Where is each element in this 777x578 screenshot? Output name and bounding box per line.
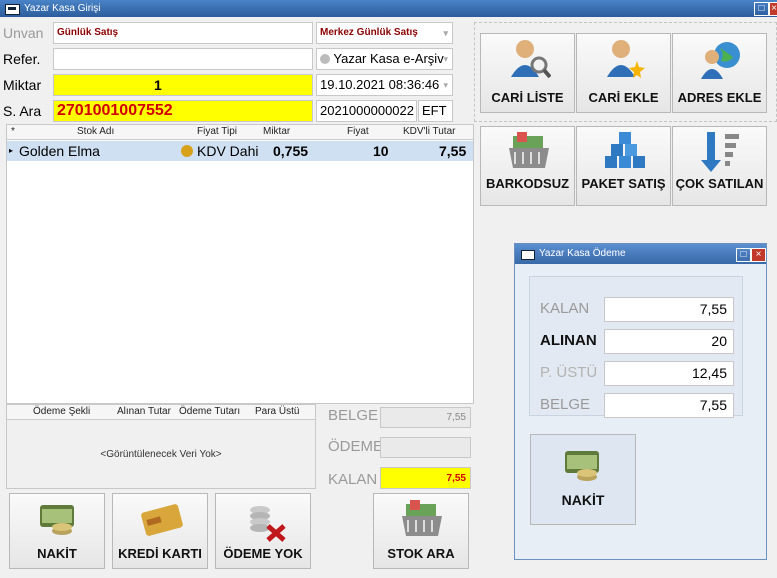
cari-liste-label: CARİ LİSTE: [491, 90, 564, 105]
miktar-field[interactable]: 1: [154, 75, 162, 95]
sara-label: S. Ara: [3, 103, 42, 119]
dialog-paraustu-label: P. ÜSTÜ: [540, 364, 598, 381]
globe-user-icon: [701, 42, 740, 79]
document-type-select[interactable]: Yazar Kasa e-Arşiv: [333, 51, 443, 66]
row-qty: 0,755: [273, 143, 309, 159]
kalan-value: 7,55: [380, 467, 471, 489]
window-title: Yazar Kasa Girişi: [24, 3, 101, 14]
header-payment-amount: Ödeme Tutarı: [179, 406, 241, 417]
cok-satilan-label: ÇOK SATILAN: [675, 176, 764, 191]
user-search-icon: [511, 40, 551, 79]
refer-label: Refer.: [3, 51, 41, 67]
header-price: Fiyat: [347, 126, 369, 137]
stock-search-label: STOK ARA: [387, 546, 455, 561]
credit-card-icon: [141, 504, 183, 536]
refer-field[interactable]: [53, 48, 313, 70]
payment-grid[interactable]: Ödeme Şekli Alınan Tutar Ödeme Tutarı Pa…: [6, 404, 316, 489]
dialog-close-button[interactable]: ×: [751, 248, 766, 262]
title-bar: Yazar Kasa Girişi □ ×: [0, 0, 777, 17]
maximize-button[interactable]: □: [754, 2, 769, 16]
miktar-label: Miktar: [3, 77, 42, 93]
stock-search-button[interactable]: STOK ARA: [373, 493, 469, 569]
belge-label: BELGE: [328, 407, 379, 424]
row-total: 7,55: [439, 143, 467, 159]
dialog-kalan-value: 7,55: [604, 297, 734, 322]
dialog-paraustu-value: 12,45: [604, 361, 734, 386]
paket-satis-button[interactable]: PAKET SATIŞ: [576, 126, 671, 206]
dialog-fields-panel: KALAN 7,55 ALINAN 20 P. ÜSTÜ 12,45 BELGE…: [529, 276, 743, 418]
dialog-kalan-label: KALAN: [540, 300, 590, 317]
header-total: KDV'li Tutar: [403, 126, 456, 137]
grid-header: * Stok Adı Fiyat Tipi Miktar Fiyat KDV'l…: [7, 125, 473, 140]
no-payment-button[interactable]: ÖDEME YOK: [215, 493, 311, 569]
header-change: Para Üstü: [255, 406, 300, 417]
barkodsuz-button[interactable]: BARKODSUZ: [480, 126, 575, 206]
chevron-down-icon: ▾: [443, 28, 448, 38]
datetime-field[interactable]: 19.10.2021 08:36:46: [320, 77, 439, 92]
paket-satis-label: PAKET SATIŞ: [581, 176, 666, 191]
credit-card-label: KREDİ KARTI: [118, 546, 202, 561]
chevron-down-icon: ▾: [443, 54, 448, 64]
radio-icon: [320, 54, 330, 64]
cari-liste-button[interactable]: CARİ LİSTE: [480, 33, 575, 113]
empty-message: <Görüntülenecek Veri Yok>: [100, 449, 222, 460]
odeme-label: ÖDEME: [328, 438, 384, 455]
barkodsuz-label: BARKODSUZ: [485, 176, 570, 191]
nakit-button[interactable]: NAKİT: [9, 493, 105, 569]
chevron-down-icon: ▾: [443, 80, 448, 90]
row-price: 10: [373, 143, 389, 159]
cari-ekle-label: CARİ EKLE: [588, 90, 659, 105]
basket-icon: [402, 500, 442, 536]
payment-dialog[interactable]: Yazar Kasa Ödeme □ × KALAN 7,55 ALINAN 2…: [514, 243, 767, 560]
dialog-maximize-button[interactable]: □: [736, 248, 751, 262]
close-button[interactable]: ×: [769, 2, 777, 16]
adres-ekle-button[interactable]: ADRES EKLE: [672, 33, 767, 113]
nakit-label: NAKİT: [37, 546, 77, 561]
stock-search-field[interactable]: 2701001007552: [53, 100, 313, 122]
table-row[interactable]: ▸ Golden Elma KDV Dahi 0,755 10 7,55: [7, 141, 473, 161]
row-price-type[interactable]: KDV Dahi: [197, 141, 258, 161]
doc-number-field[interactable]: 2021000000022: [316, 100, 417, 122]
header-price-type: Fiyat Tipi: [197, 126, 238, 137]
header-received: Alınan Tutar: [117, 406, 171, 417]
header-payment-method: Ödeme Şekli: [33, 406, 91, 417]
dialog-alinan-input[interactable]: 20: [604, 329, 734, 354]
row-pointer-icon: ▸: [9, 146, 14, 155]
no-payment-label: ÖDEME YOK: [223, 546, 303, 561]
cash-icon: [40, 505, 74, 535]
eft-button[interactable]: EFT: [418, 100, 453, 122]
cok-satilan-button[interactable]: ÇOK SATILAN: [672, 126, 767, 206]
dialog-app-icon: [521, 250, 535, 260]
dialog-nakit-label: NAKİT: [561, 492, 605, 508]
adres-ekle-label: ADRES EKLE: [677, 90, 762, 105]
dialog-belge-value: 7,55: [604, 393, 734, 418]
basket-icon: [509, 132, 549, 168]
odeme-value: [380, 437, 471, 458]
no-payment-icon: [250, 506, 286, 542]
cash-icon: [565, 451, 599, 481]
sort-down-icon: [701, 132, 739, 172]
unvan-field[interactable]: Günlük Satış: [53, 22, 313, 44]
cari-ekle-button[interactable]: CARİ EKLE: [576, 33, 671, 113]
boxes-icon: [605, 132, 645, 168]
grid-header-marker: *: [11, 126, 15, 137]
dialog-belge-label: BELGE: [540, 396, 591, 413]
dialog-alinan-label: ALINAN: [540, 332, 597, 349]
row-stock-name: Golden Elma: [19, 143, 100, 159]
unvan-label: Unvan: [3, 25, 44, 41]
kalan-label: KALAN: [328, 471, 378, 488]
app-icon: [5, 4, 20, 15]
dialog-nakit-button[interactable]: NAKİT: [530, 434, 636, 525]
coin-icon: [181, 145, 193, 157]
header-stock-name: Stok Adı: [77, 126, 115, 137]
dialog-title: Yazar Kasa Ödeme: [539, 248, 626, 259]
credit-card-button[interactable]: KREDİ KARTI: [112, 493, 208, 569]
branch-select[interactable]: Merkez Günlük Satış: [320, 27, 418, 38]
belge-value: 7,55: [380, 407, 471, 428]
items-grid[interactable]: * Stok Adı Fiyat Tipi Miktar Fiyat KDV'l…: [6, 124, 474, 404]
dialog-title-bar: Yazar Kasa Ödeme □ ×: [515, 244, 766, 264]
header-qty: Miktar: [263, 126, 291, 137]
payment-grid-header: Ödeme Şekli Alınan Tutar Ödeme Tutarı Pa…: [7, 405, 315, 420]
user-add-icon: [607, 40, 645, 78]
